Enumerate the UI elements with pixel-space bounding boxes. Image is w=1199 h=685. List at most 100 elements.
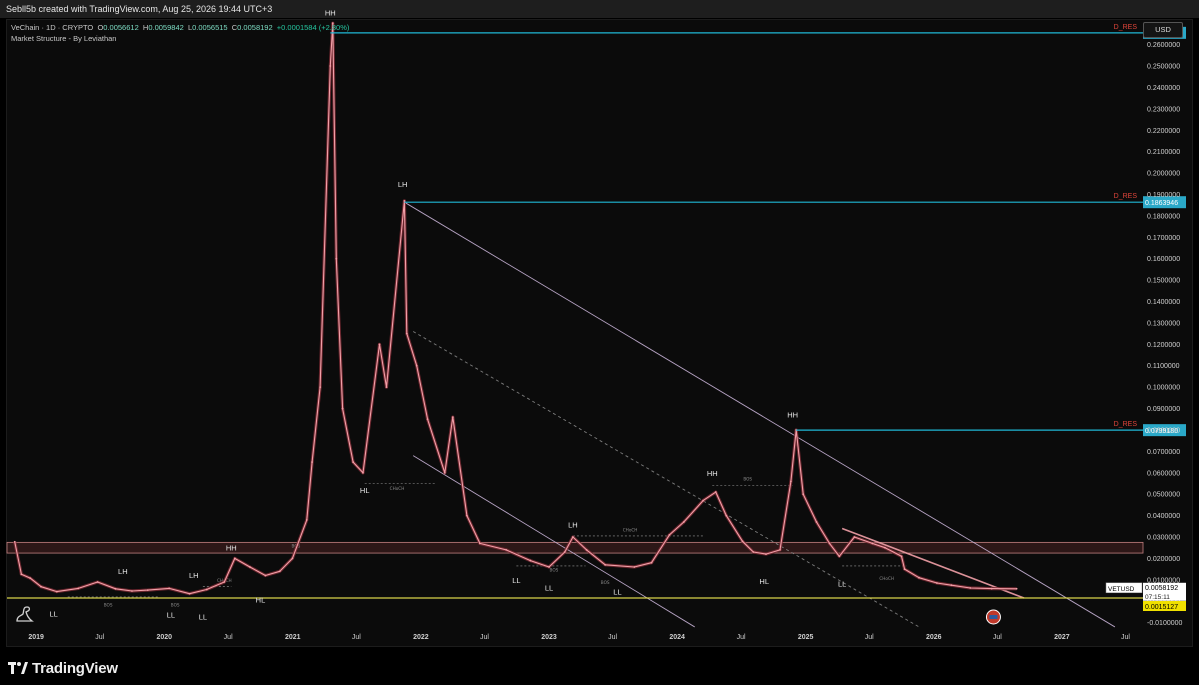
price-chart[interactable]: BOS BOSCHoCHBOSCHoCHBOSBOSCHoCHBOSCHoCHD_… [0,0,1199,650]
y-tick-label: 0.1100000 [1147,363,1180,370]
price-point [548,566,550,568]
marker-lh: LH [189,571,199,580]
y-tick-label: 0.1300000 [1147,320,1180,327]
price-point [633,566,636,568]
marker-hh: HH [787,411,798,420]
price-point [838,555,841,558]
trendline-0[interactable] [404,201,1116,628]
price-point [779,548,781,551]
resistance-label-2: D_RES [1114,421,1138,428]
marker-hl: HL [360,486,370,495]
price-point [702,499,705,502]
price-point [335,257,338,260]
y-tick-label: 0.2400000 [1147,85,1180,92]
x-tick-label: Jul [737,634,746,641]
footer: TradingView [0,650,1199,685]
tradingview-logo-icon [8,662,28,674]
symbol-label[interactable]: VeChain · 1D · CRYPTO [11,23,93,32]
price-point [604,563,607,566]
price-point [188,592,191,595]
price-point [714,491,717,493]
price-point [405,332,408,335]
price-point [918,576,920,579]
marker-ll: LL [512,576,520,585]
price-point [249,566,251,568]
x-tick-label: 2019 [28,634,44,641]
y-tick-label: 0.2100000 [1147,149,1180,156]
price-point [853,536,856,538]
price-point [305,518,308,521]
price-point [815,521,818,523]
trendline-1[interactable] [412,455,695,628]
supply-zone [6,541,1144,554]
price-point [233,557,236,560]
marker-hh: HH [707,469,718,478]
price-point [465,514,468,517]
y-tick-label: 0.2500000 [1147,64,1180,71]
price-point [529,559,532,562]
price-line[interactable] [14,22,1017,595]
x-tick-label: Jul [352,634,361,641]
chart-legend: VeChain · 1D · CRYPTO O0.0056612 H0.0059… [11,22,349,44]
dinosaur-icon [16,606,34,622]
structure-label-0: BOS [104,603,113,608]
price-point [114,587,117,590]
price-point [29,577,32,580]
price-point [451,416,454,419]
price-shadow [13,21,1017,596]
price-point [668,533,671,536]
last-price-text: 0.0058192 [1145,585,1178,592]
price-point [205,588,208,591]
marker-hl: HL [256,595,266,604]
price-point [741,540,744,543]
price-point [871,542,874,545]
marker-lh: LH [568,520,578,529]
marker-ll: LL [545,584,553,593]
price-point [40,585,42,588]
price-point [311,461,313,463]
x-tick-label: 2027 [1054,634,1070,641]
x-tick-label: 2024 [669,634,685,641]
x-tick-label: Jul [224,634,233,641]
price-point [682,521,685,523]
indicator-label[interactable]: Market Structure - By Leviathan [11,33,349,44]
price-point [571,536,574,538]
marker-hh: HH [226,543,237,552]
marker-ll: LL [167,610,175,619]
price-point [1015,587,1018,590]
x-tick-label: 2022 [413,634,429,641]
price-point [443,471,446,474]
y-tick-label: 0.0700000 [1147,449,1180,456]
y-tick-label: 0.1200000 [1147,342,1180,349]
price-point [725,514,728,517]
marker-ll: LL [50,610,58,619]
support-price-text: 0.0015127 [1145,604,1178,611]
close-value: 0.0058192 [237,23,273,32]
price-point [329,65,332,67]
price-point [378,343,381,346]
y-tick-label: 0.0200000 [1147,556,1180,563]
x-tick-label: Jul [95,634,104,641]
high-value: 0.0059842 [148,23,184,32]
y-tick-label: 0.2000000 [1147,171,1180,178]
price-point [802,493,805,496]
tradingview-logo[interactable]: TradingView [8,658,118,678]
structure-label-5: BOS [550,567,559,572]
y-tick-label: 0.0400000 [1147,513,1180,520]
currency-selector[interactable]: USD [1143,22,1183,38]
x-tick-label: Jul [608,634,617,641]
change-value: +0.0001584 (+2.80%) [276,23,350,32]
marker-ll: LL [838,580,846,589]
price-point [936,582,938,584]
price-point [385,386,388,389]
structure-label-4: CHoCH [390,486,405,491]
y-tick-label: 0.1400000 [1147,299,1180,306]
x-tick-label: Jul [993,634,1002,641]
structure-label-9: CHoCH [879,576,894,581]
marker-hl: HL [759,577,769,586]
structure-label-7: CHoCH [623,528,638,533]
y-tick-label: 0.1700000 [1147,235,1180,242]
price-point [650,561,653,564]
marker-lh: LH [398,180,408,189]
price-point [77,587,80,590]
